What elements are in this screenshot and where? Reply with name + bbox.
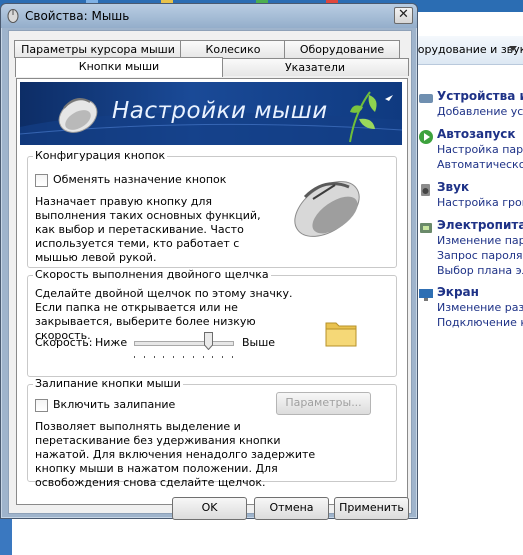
speed-label: Скорость: <box>35 336 93 349</box>
tab-pointers[interactable]: Указатели <box>221 58 409 76</box>
group-label: Конфигурация кнопок <box>33 149 168 162</box>
ok-button[interactable]: OK <box>172 497 247 520</box>
devices-icon <box>419 94 433 103</box>
cp-item-link[interactable]: Настройка громк <box>437 196 523 209</box>
mouse-icon <box>58 98 98 133</box>
slider-tick <box>173 356 175 358</box>
cp-item-devices[interactable]: Устройства и п Добавление устр <box>437 89 523 118</box>
cp-item-title[interactable]: Электропитани <box>437 218 523 232</box>
click-lock-settings-button[interactable]: Параметры... <box>276 392 371 415</box>
breadcrumb-bar[interactable]: борудование и звук <box>405 36 523 65</box>
click-lock-description: Позволяет выполнять выделение и перетаск… <box>35 420 316 489</box>
close-icon[interactable]: ✕ <box>398 7 409 22</box>
chevron-down-icon[interactable] <box>509 46 517 52</box>
cp-item-link[interactable]: Автоматическое <box>437 158 523 171</box>
slider-tick <box>222 356 224 358</box>
button-config-group: Конфигурация кнопок Обменять назначение … <box>27 149 397 268</box>
fast-label: Выше <box>242 336 276 349</box>
cp-item-link[interactable]: Выбор плана эле <box>437 264 523 277</box>
slider-tick <box>143 356 145 358</box>
cp-item-power[interactable]: Электропитани Изменение парам Запрос пар… <box>437 218 523 277</box>
cp-item-title[interactable]: Звук <box>437 180 523 194</box>
slider-tick <box>183 356 184 358</box>
click-lock-group: Залипание кнопки мыши Включить залипание… <box>27 377 397 489</box>
tab-panel-buttons: Настройки мыши Конфигурация кнопок Обмен… <box>16 78 408 505</box>
mouse-properties-dialog: Свойства: Мышь ✕ Параметры курсора мыши … <box>0 3 418 520</box>
swap-buttons-checkbox[interactable] <box>35 174 48 187</box>
cp-item-link[interactable]: Запрос пароля п <box>437 249 523 262</box>
group-label: Скорость выполнения двойного щелчка <box>33 268 271 281</box>
cp-item-title[interactable]: Устройства и п <box>437 89 523 103</box>
power-icon <box>420 223 432 233</box>
apply-button[interactable]: Применить <box>334 497 409 520</box>
slider-tick <box>212 356 214 358</box>
display-icon <box>419 289 433 301</box>
click-lock-label[interactable]: Включить залипание <box>53 398 175 411</box>
slider-tick <box>163 356 165 358</box>
cp-item-title[interactable]: Экран <box>437 285 523 299</box>
cp-item-display[interactable]: Экран Изменение разме Подключение к в <box>437 285 523 329</box>
cp-item-link[interactable]: Добавление устр <box>437 105 523 118</box>
tab-wheel[interactable]: Колесико <box>180 40 286 58</box>
cp-item-link[interactable]: Настройка парам <box>437 143 523 156</box>
double-click-group: Скорость выполнения двойного щелчка Сдел… <box>27 268 397 377</box>
window-title: Свойства: Мышь <box>25 9 130 23</box>
title-bar[interactable]: Свойства: Мышь ✕ <box>1 4 417 28</box>
tab-pointer-options[interactable]: Параметры курсора мыши <box>14 40 182 58</box>
double-click-description: Сделайте двойной щелчок по этому значку.… <box>35 287 293 342</box>
test-folder-icon[interactable] <box>324 318 358 348</box>
cp-item-link[interactable]: Изменение разме <box>437 301 523 314</box>
tab-buttons[interactable]: Кнопки мыши <box>15 57 223 77</box>
cp-item-link[interactable]: Подключение к в <box>437 316 523 329</box>
group-label: Залипание кнопки мыши <box>33 377 183 390</box>
mouse-icon <box>294 181 360 237</box>
sound-icon <box>421 184 430 196</box>
autoplay-icon <box>419 130 433 144</box>
button-config-description: Назначает правую кнопку для выполнения т… <box>35 195 261 264</box>
cp-item-autoplay[interactable]: Автозапуск Настройка парам Автоматическо… <box>437 127 523 171</box>
cancel-button[interactable]: Отмена <box>254 497 329 520</box>
cp-item-sound[interactable]: Звук Настройка громк <box>437 180 523 209</box>
swap-buttons-label[interactable]: Обменять назначение кнопок <box>53 173 226 186</box>
banner: Настройки мыши <box>20 82 402 145</box>
banner-title: Настройки мыши <box>112 98 328 124</box>
speed-slider-track[interactable] <box>134 341 234 346</box>
cp-item-title[interactable]: Автозапуск <box>437 127 523 141</box>
close-button[interactable]: ✕ <box>394 7 413 24</box>
speed-slider-thumb[interactable] <box>203 332 213 350</box>
cp-item-link[interactable]: Изменение парам <box>437 234 523 247</box>
slider-tick <box>134 356 135 358</box>
slider-tick <box>202 356 204 358</box>
slow-label: Ниже <box>95 336 128 349</box>
breadcrumb-text[interactable]: борудование и звук <box>411 43 523 56</box>
slider-tick <box>192 356 194 358</box>
slider-tick <box>232 356 233 358</box>
mouse-icon <box>7 9 19 23</box>
tab-hardware[interactable]: Оборудование <box>284 40 400 58</box>
dialog-client-area: Параметры курсора мыши Колесико Оборудов… <box>8 30 412 520</box>
click-lock-checkbox[interactable] <box>35 399 48 412</box>
slider-tick <box>153 356 155 358</box>
